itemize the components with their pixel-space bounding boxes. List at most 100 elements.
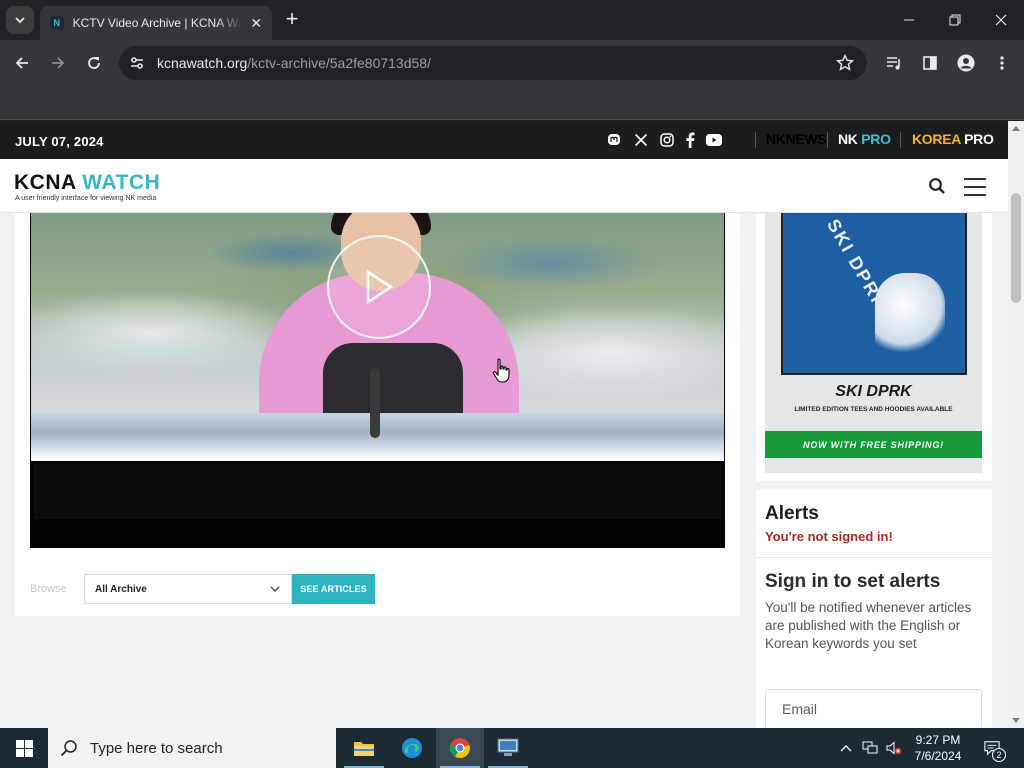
folder-icon [354, 742, 374, 756]
back-button[interactable] [8, 49, 36, 77]
tab-close-icon[interactable]: ✕ [248, 15, 264, 32]
browser-toolbar: kcnawatch.org/kctv-archive/5a2fe80713d58… [0, 40, 1024, 86]
site-search-button[interactable] [928, 177, 948, 197]
see-articles-button[interactable]: SEE ARTICLES [292, 574, 375, 604]
clock-date: 7/6/2024 [914, 749, 962, 763]
archive-select-value: All Archive [95, 584, 147, 595]
arrow-right-icon [52, 57, 65, 69]
youtube-icon[interactable] [706, 132, 722, 148]
divider [756, 557, 992, 558]
taskbar-clock[interactable]: 9:27 PM 7/6/2024 [908, 732, 968, 764]
ad-card[interactable]: SKI DPRK SKI DPRK LIMITED EDITION TEES A… [756, 213, 992, 481]
minimize-icon [904, 19, 914, 21]
scroll-down-arrow[interactable] [1012, 718, 1020, 723]
restore-icon [949, 14, 961, 26]
network-icon [862, 741, 878, 754]
close-window-button[interactable] [978, 0, 1024, 40]
site-favicon-icon: N [50, 16, 64, 30]
close-icon [995, 14, 1007, 26]
play-icon [366, 269, 394, 305]
hamburger-icon [964, 178, 986, 180]
browser-menu-button[interactable] [988, 49, 1016, 77]
email-field[interactable] [765, 689, 982, 728]
ad-subtitle: LIMITED EDITION TEES AND HOODIES AVAILAB… [794, 406, 953, 413]
windows-taskbar: Type here to search 9:27 PM 7/6/2024 2 [0, 728, 1024, 768]
nknews-part1: NK [766, 131, 786, 147]
computer-icon [497, 738, 519, 756]
logo-tagline: A user friendly interface for viewing NK… [15, 195, 157, 202]
queue-music-icon [887, 57, 900, 70]
taskbar-edge[interactable] [388, 728, 436, 768]
profile-button[interactable] [952, 49, 980, 77]
video-card: Browse All Archive SEE ARTICLES [15, 213, 740, 616]
minimize-button[interactable] [886, 0, 932, 40]
video-frame [31, 213, 724, 461]
archive-select[interactable]: All Archive [84, 574, 292, 604]
page-scrollbar[interactable] [1008, 121, 1024, 728]
site-top-strip: JULY 07, 2024 NKNEWS NK PRO KOREA PRO [0, 121, 1008, 159]
taskbar-remote-desktop[interactable] [484, 728, 532, 768]
scrollbar-thumb[interactable] [1011, 193, 1021, 303]
taskbar-file-explorer[interactable] [340, 728, 388, 768]
restore-button[interactable] [932, 0, 978, 40]
show-hidden-icons-button[interactable] [838, 740, 854, 756]
ad-cta-banner[interactable]: NOW WITH FREE SHIPPING! [765, 431, 982, 458]
taskbar-search-box[interactable]: Type here to search [48, 728, 336, 768]
alerts-title: Alerts [765, 503, 819, 524]
media-controls-button[interactable] [880, 49, 908, 77]
ad-skier-graphic [875, 273, 945, 353]
start-button[interactable] [0, 728, 48, 768]
taskbar-chrome[interactable] [436, 728, 484, 768]
site-info-icon[interactable] [127, 53, 147, 73]
signin-description: You'll be notified whenever articles are… [765, 600, 972, 651]
microphone [370, 368, 380, 438]
nkpro-link[interactable]: NK PRO [838, 131, 891, 147]
page-viewport: JULY 07, 2024 NKNEWS NK PRO KOREA PRO KC… [0, 121, 1008, 728]
site-logo[interactable]: KCNA WATCH [14, 171, 160, 195]
mastodon-icon[interactable] [606, 132, 622, 148]
reload-icon [88, 57, 100, 69]
video-control-bar [34, 463, 721, 519]
video-player[interactable] [30, 213, 725, 548]
url-text[interactable]: kcnawatch.org/kctv-archive/5a2fe80713d58… [157, 55, 431, 71]
instagram-icon[interactable] [659, 132, 675, 148]
scroll-up-arrow[interactable] [1012, 126, 1020, 131]
chevron-down-icon [270, 586, 280, 592]
bookmark-button[interactable] [835, 53, 855, 73]
tab-search-button[interactable] [6, 6, 34, 34]
brand-divider [900, 132, 901, 148]
search-icon [929, 178, 945, 194]
x-glyph-icon [634, 133, 648, 147]
ad-banner[interactable]: SKI DPRK SKI DPRK LIMITED EDITION TEES A… [765, 213, 982, 473]
x-twitter-icon[interactable] [633, 132, 649, 148]
side-panel-button[interactable] [916, 49, 944, 77]
brand-divider [827, 132, 828, 148]
reload-button[interactable] [80, 49, 108, 77]
nknews-link[interactable]: NKNEWS [766, 131, 827, 147]
browser-tab[interactable]: N KCTV Video Archive | KCNA Watch ✕ [40, 6, 272, 40]
hamburger-icon [964, 186, 986, 188]
forward-button[interactable] [44, 49, 72, 77]
facebook-icon[interactable] [682, 132, 698, 148]
koreapro-link[interactable]: KOREA PRO [912, 131, 994, 147]
hamburger-menu-button[interactable] [964, 177, 988, 197]
bookmarks-bar [0, 86, 1024, 120]
play-button[interactable] [327, 235, 431, 339]
notification-count-badge: 2 [992, 748, 1006, 762]
nkpro-part2: PRO [861, 131, 891, 147]
star-icon [836, 54, 854, 71]
network-tray-icon[interactable] [862, 740, 878, 756]
new-tab-button[interactable]: + [280, 8, 304, 32]
facebook-glyph-icon [686, 132, 695, 148]
koreapro-part1: KOREA [912, 131, 965, 147]
brand-divider [755, 132, 756, 148]
volume-tray-icon[interactable] [886, 740, 902, 756]
koreapro-part2: PRO [964, 131, 994, 147]
hand-cursor-icon [492, 358, 510, 383]
logo-kcna: KCNA [14, 171, 83, 194]
logo-watch: WATCH [82, 171, 161, 194]
address-bar[interactable]: kcnawatch.org/kctv-archive/5a2fe80713d58… [119, 46, 867, 80]
nkpro-part1: NK [838, 131, 862, 147]
chevron-down-icon [15, 17, 25, 24]
side-panel-icon [923, 56, 937, 70]
